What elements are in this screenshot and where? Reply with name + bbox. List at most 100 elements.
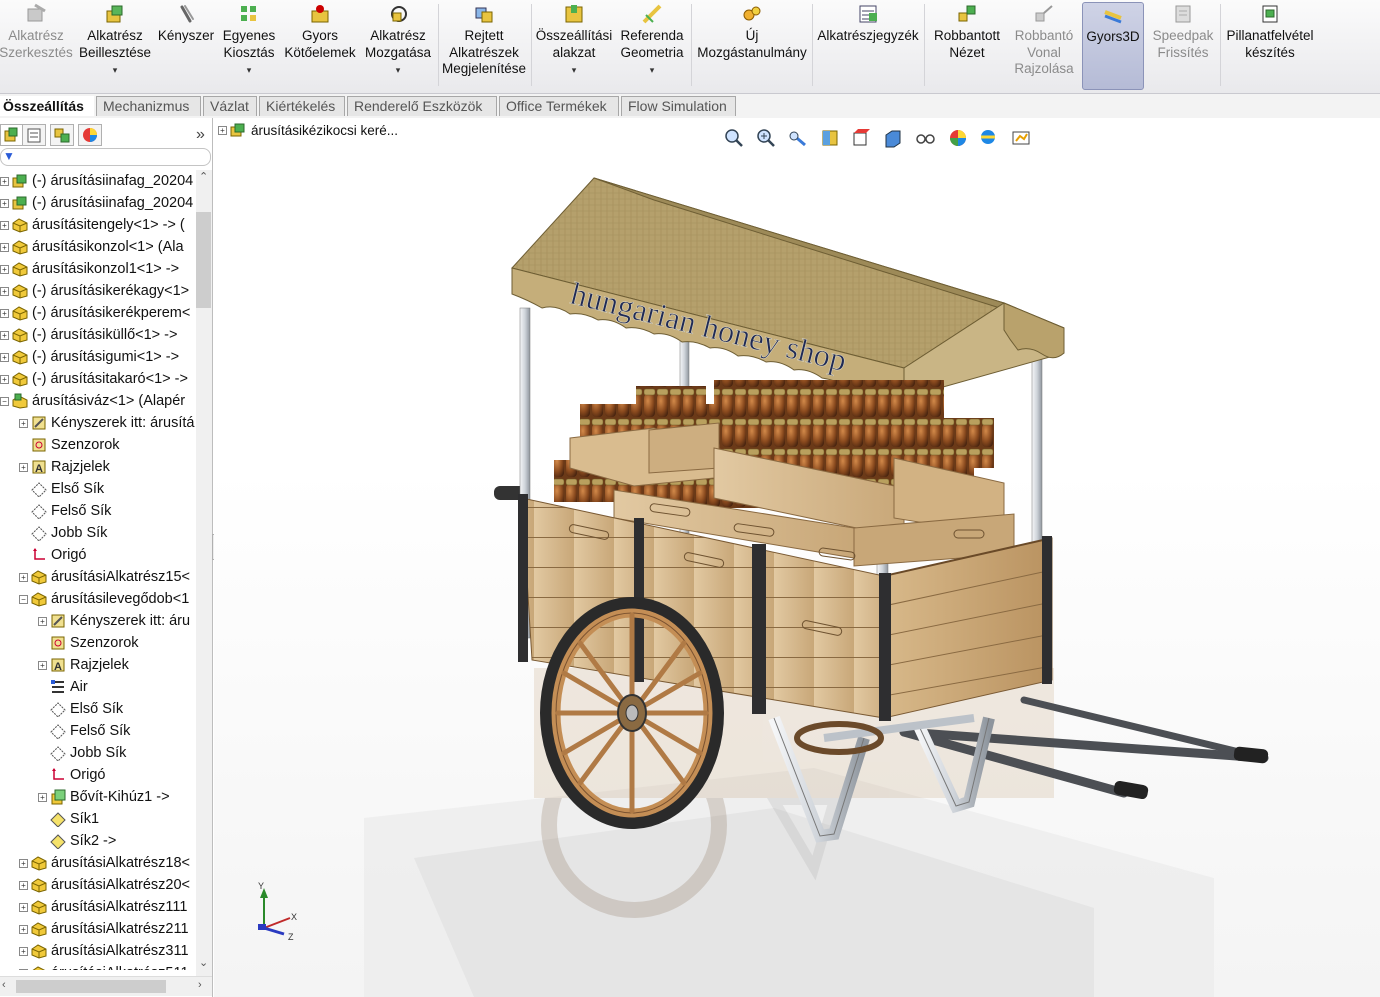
graphics-area[interactable]: + árusításikézikocsi keré... hungarian h… (214, 118, 1380, 997)
tree-item[interactable]: Szenzorok (19, 434, 120, 456)
tree-item[interactable]: + árusításiAlkatrész20< (19, 874, 190, 896)
collapse-icon[interactable]: − (0, 396, 9, 406)
tree-item[interactable]: + árusításiAlkatrész311 (19, 940, 189, 962)
expand-icon[interactable]: + (0, 286, 9, 296)
tree-item[interactable]: + árusításikonzol<1> (Ala (0, 236, 184, 258)
tree-item[interactable]: Sík1 (38, 808, 99, 830)
bill-of-materials-button[interactable]: Alkatrészjegyzék (815, 2, 921, 90)
h-scroll-thumb[interactable] (16, 980, 166, 993)
expand-icon[interactable]: + (0, 308, 9, 318)
tab-renderelo-eszkozok[interactable]: Renderelő Eszközök (347, 96, 497, 116)
take-snapshot-button[interactable]: Pillanatfelvétel készítés (1222, 2, 1318, 90)
tree-item[interactable]: + A Rajzjelek (19, 456, 110, 478)
mate-button[interactable]: Kényszer (156, 2, 216, 90)
expand-icon[interactable]: + (19, 572, 28, 582)
expand-icon[interactable]: + (0, 264, 9, 274)
tree-item[interactable]: + árusításiAlkatrész15< (19, 566, 190, 588)
scroll-down-arrow-icon[interactable]: ⌄ (199, 956, 208, 969)
speedpak-update-button[interactable]: Speedpak Frissítés (1148, 2, 1218, 90)
tab-office-termekek[interactable]: Office Termékek (499, 96, 619, 116)
move-component-button[interactable]: Alkatrész Mozgatása ▾ (362, 2, 434, 90)
tree-item[interactable]: Jobb Sík (19, 522, 107, 544)
chevron-down-icon[interactable]: ▾ (113, 62, 118, 79)
tree-item[interactable]: + A Rajzjelek (38, 654, 129, 676)
show-hidden-components-button[interactable]: Rejtett Alkatrészek Megjelenítése (440, 2, 528, 90)
tab-kiertekeles[interactable]: Kiértékelés (259, 96, 345, 116)
chevron-down-icon[interactable]: ▾ (396, 62, 401, 79)
assembly-features-button[interactable]: Összeállítási alakzat ▾ (534, 2, 614, 90)
collapse-icon[interactable]: − (19, 594, 28, 604)
tree-item[interactable]: + árusításitengely<1> -> ( (0, 214, 185, 236)
tree-item[interactable]: + árusításiAlkatrész111 (19, 896, 187, 918)
gyors3d-button[interactable]: Gyors3D (1082, 2, 1144, 90)
new-motion-study-button[interactable]: Új Mozgástanulmány (694, 2, 810, 90)
configuration-manager-tab[interactable] (50, 124, 74, 146)
tree-item[interactable]: + (-) árusításiinafag_20204 (0, 192, 193, 214)
expand-icon[interactable]: + (38, 616, 47, 626)
expand-icon[interactable]: + (0, 374, 9, 384)
expand-icon[interactable]: + (0, 330, 9, 340)
display-manager-tab[interactable] (78, 124, 102, 146)
expand-icon[interactable]: + (19, 880, 28, 890)
tree-item[interactable]: + árusításiAlkatrész18< (19, 852, 190, 874)
expand-icon[interactable]: + (38, 792, 47, 802)
expand-icon[interactable]: + (19, 902, 28, 912)
expand-icon[interactable]: + (38, 660, 47, 670)
tab-mechanizmus[interactable]: Mechanizmus (96, 96, 201, 116)
linear-pattern-button[interactable]: Egyenes Kiosztás ▾ (220, 2, 278, 90)
tree-item[interactable]: + árusításikonzol1<1> -> (0, 258, 179, 280)
tree-item[interactable]: Origó (38, 764, 105, 786)
insert-component-button[interactable]: Alkatrész Beillesztése ▾ (78, 2, 152, 90)
tree-item[interactable]: − árusításiváz<1> (Alapér (0, 390, 185, 412)
expand-icon[interactable]: + (0, 352, 9, 362)
expand-icon[interactable]: + (19, 946, 28, 956)
honey-cart-3d-model[interactable]: hungarian honey shop Y X Z (214, 118, 1380, 997)
tree-item[interactable]: + Kényszerek itt: áru (38, 610, 190, 632)
tree-item[interactable]: + (-) árusításiküllő<1> -> (0, 324, 177, 346)
scroll-left-arrow-icon[interactable]: ‹ (2, 979, 6, 991)
exploded-view-button[interactable]: Robbantott Nézet (927, 2, 1007, 90)
chevron-down-icon[interactable]: ▾ (572, 62, 577, 79)
tree-item[interactable]: + (-) árusításitakaró<1> -> (0, 368, 188, 390)
tree-item[interactable]: Sík2 -> (38, 830, 116, 852)
tree-item[interactable]: Felső Sík (19, 500, 111, 522)
filter-funnel-icon[interactable]: ▼ (3, 149, 15, 163)
explode-line-sketch-button[interactable]: Robbantó Vonal Rajzolása (1010, 2, 1078, 90)
expand-icon[interactable]: + (19, 462, 28, 472)
tree-item[interactable]: Air (38, 676, 88, 698)
tree-item[interactable]: Szenzorok (38, 632, 139, 654)
expand-icon[interactable]: + (0, 198, 9, 208)
tab-flow-simulation[interactable]: Flow Simulation (621, 96, 736, 116)
tree-filter-box[interactable]: ▼ (0, 148, 211, 166)
tree-vertical-scrollbar[interactable]: ⌃ ⌄ (196, 170, 212, 982)
edit-component-button[interactable]: Alkatrész Szerkesztés (0, 2, 73, 90)
property-manager-tab[interactable] (22, 124, 46, 146)
tree-item[interactable]: + (-) árusításigumi<1> -> (0, 346, 179, 368)
tree-item[interactable]: Jobb Sík (38, 742, 126, 764)
tree-item[interactable]: + (-) árusításiinafag_20204 (0, 170, 193, 192)
tree-horizontal-scrollbar[interactable]: ‹ › (0, 976, 212, 996)
tree-item[interactable]: + Bővít-Kihúz1 -> (38, 786, 170, 808)
expand-icon[interactable]: + (0, 176, 9, 186)
tab-vazlat[interactable]: Vázlat (203, 96, 257, 116)
expand-icon[interactable]: + (19, 858, 28, 868)
chevron-down-icon[interactable]: ▾ (650, 62, 655, 79)
tree-item[interactable]: Origó (19, 544, 86, 566)
tree-item[interactable]: + (-) árusításikerékagy<1> (0, 280, 189, 302)
tree-item[interactable]: + árusításiAlkatrész511 (19, 962, 189, 970)
scroll-up-arrow-icon[interactable]: ⌃ (199, 170, 208, 183)
tree-item[interactable]: + árusításiAlkatrész211 (19, 918, 189, 940)
tree-item[interactable]: + Kényszerek itt: árusítá (19, 412, 194, 434)
more-tabs-button[interactable]: » (196, 126, 205, 144)
tab-osszeallitas[interactable]: Összeállítás (0, 96, 94, 116)
tree-item[interactable]: Első Sík (38, 698, 123, 720)
expand-icon[interactable]: + (19, 968, 28, 970)
tree-item[interactable]: − árusításilevegődob<1 (19, 588, 189, 610)
tree-item[interactable]: + (-) árusításikerékperem< (0, 302, 190, 324)
reference-geometry-button[interactable]: Referenda Geometria ▾ (616, 2, 688, 90)
expand-icon[interactable]: + (0, 220, 9, 230)
expand-icon[interactable]: + (19, 924, 28, 934)
expand-icon[interactable]: + (19, 418, 28, 428)
tree-item[interactable]: Első Sík (19, 478, 104, 500)
smart-fasteners-button[interactable]: Gyors Kötőelemek (282, 2, 358, 90)
